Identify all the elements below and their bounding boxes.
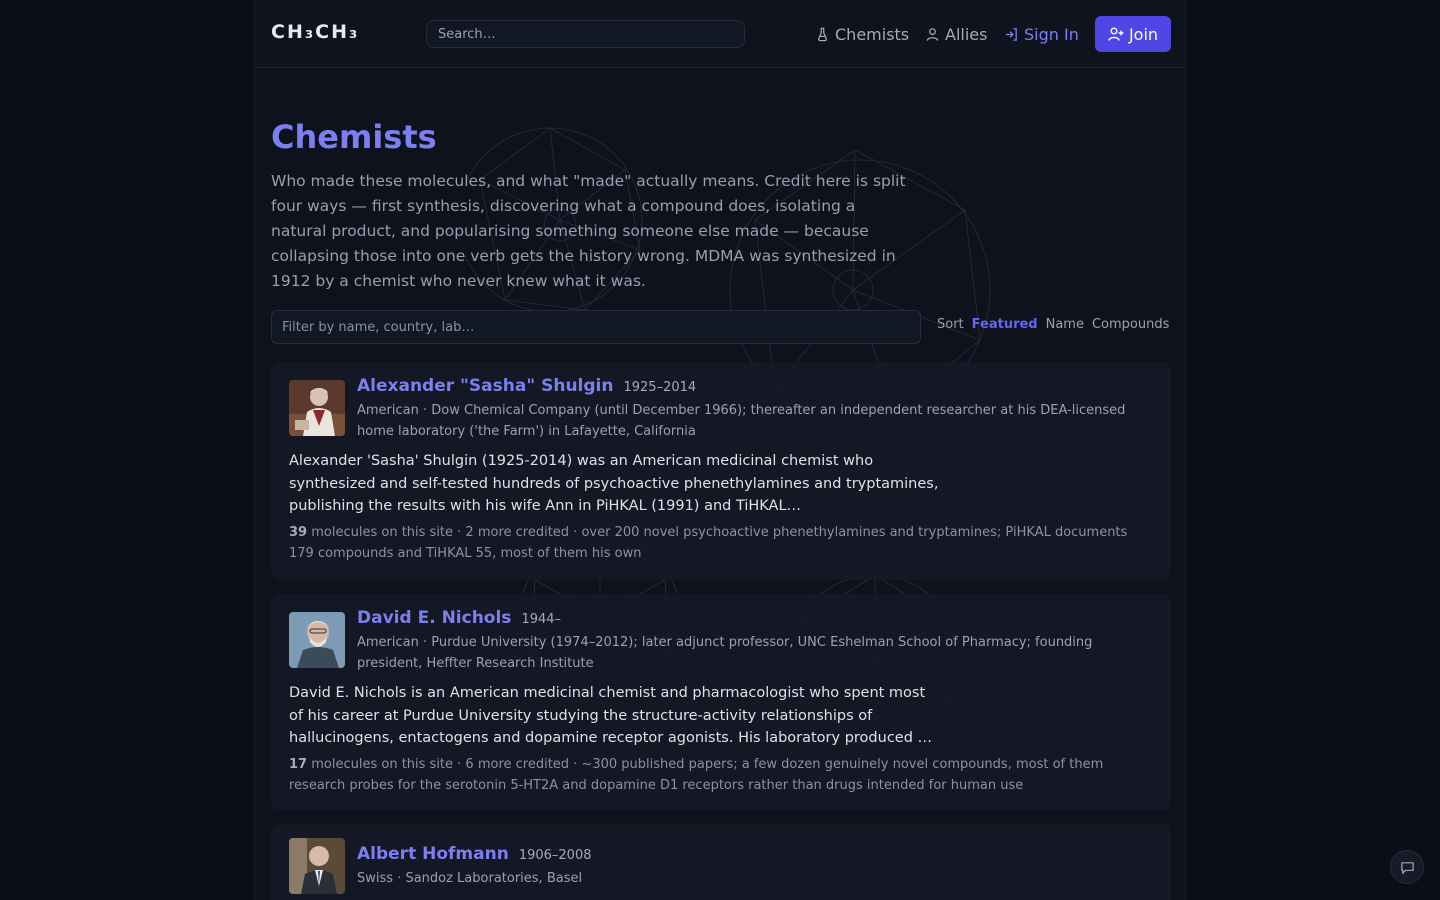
nav-allies-link[interactable]: Allies bbox=[925, 16, 987, 52]
chemist-name-link[interactable]: Alexander "Sasha" Shulgin 1925–2014 bbox=[357, 376, 696, 396]
chemist-affiliation: American · Dow Chemical Company (until D… bbox=[357, 403, 1126, 439]
chemist-name: Alexander "Sasha" Shulgin bbox=[357, 376, 614, 396]
chemist-card[interactable]: Albert Hofmann 1906–2008 Swiss · Sandoz L… bbox=[271, 824, 1171, 900]
page-title: Chemists bbox=[271, 118, 437, 156]
sort-option-featured[interactable]: Featured bbox=[972, 317, 1038, 332]
search-input[interactable] bbox=[426, 20, 745, 48]
sort-option-name[interactable]: Name bbox=[1046, 317, 1084, 332]
chemist-bio: Alexander 'Sasha' Shulgin (1925-2014) wa… bbox=[289, 453, 939, 514]
nav-sign-in-link[interactable]: Sign In bbox=[1004, 16, 1079, 52]
nav-sign-in-label: Sign In bbox=[1024, 24, 1079, 44]
avatar bbox=[289, 612, 345, 668]
user-plus-icon bbox=[1108, 27, 1124, 41]
page-container: CH₃CH₃ Chemists Allies Sign In bbox=[254, 0, 1186, 900]
flask-icon bbox=[818, 27, 827, 41]
stats-text: molecules on this site · 2 more credited… bbox=[289, 525, 1128, 561]
chemist-stats: 17 molecules on this site · 6 more credi… bbox=[289, 754, 1149, 796]
site-logo[interactable]: CH₃CH₃ bbox=[271, 21, 359, 43]
chemist-affiliation: American · Purdue University (1974–2012)… bbox=[357, 635, 1093, 671]
chemist-filter-input[interactable] bbox=[271, 310, 921, 344]
chemist-dates: 1944– bbox=[521, 612, 562, 627]
chemist-card[interactable]: Alexander "Sasha" Shulgin 1925–2014 Ameri… bbox=[271, 362, 1171, 580]
sort-label: Sort bbox=[937, 317, 964, 332]
chemist-name: Albert Hofmann bbox=[357, 844, 509, 864]
nav-chemists-link[interactable]: Chemists bbox=[815, 16, 909, 52]
chemist-card[interactable]: David E. Nichols 1944– American · Purdue … bbox=[271, 594, 1171, 810]
sort-controls: Sort Featured Name Compounds bbox=[937, 317, 1169, 332]
chemist-affiliation: Swiss · Sandoz Laboratories, Basel bbox=[357, 871, 583, 886]
chemist-dates: 1925–2014 bbox=[623, 380, 697, 395]
chemist-name-link[interactable]: David E. Nichols 1944– bbox=[357, 608, 561, 628]
chemist-bio: David E. Nichols is an American medicina… bbox=[289, 685, 933, 746]
chat-bubble-icon bbox=[1400, 861, 1414, 875]
chemist-stats: 39 molecules on this site · 2 more credi… bbox=[289, 522, 1149, 564]
nav-chemists-label: Chemists bbox=[835, 24, 910, 44]
avatar bbox=[289, 380, 345, 436]
user-icon bbox=[926, 27, 939, 41]
molecule-count: 17 bbox=[289, 757, 308, 772]
nav-allies-label: Allies bbox=[945, 24, 988, 44]
chemist-name-link[interactable]: Albert Hofmann 1906–2008 bbox=[357, 844, 591, 864]
feedback-chat-button[interactable] bbox=[1390, 850, 1424, 884]
join-button[interactable]: Join bbox=[1095, 16, 1171, 52]
sort-option-compounds[interactable]: Compounds bbox=[1092, 317, 1169, 332]
stats-text: molecules on this site · 6 more credited… bbox=[289, 757, 1104, 793]
sign-in-icon bbox=[1005, 27, 1017, 41]
top-navigation-bar: CH₃CH₃ Chemists Allies Sign In bbox=[255, 0, 1185, 68]
chemist-name: David E. Nichols bbox=[357, 608, 512, 628]
avatar bbox=[289, 838, 345, 894]
page-intro-text: Who made these molecules, and what "made… bbox=[271, 172, 906, 290]
chemist-dates: 1906–2008 bbox=[518, 848, 592, 863]
join-button-label: Join bbox=[1128, 24, 1159, 44]
molecule-count: 39 bbox=[289, 525, 308, 540]
